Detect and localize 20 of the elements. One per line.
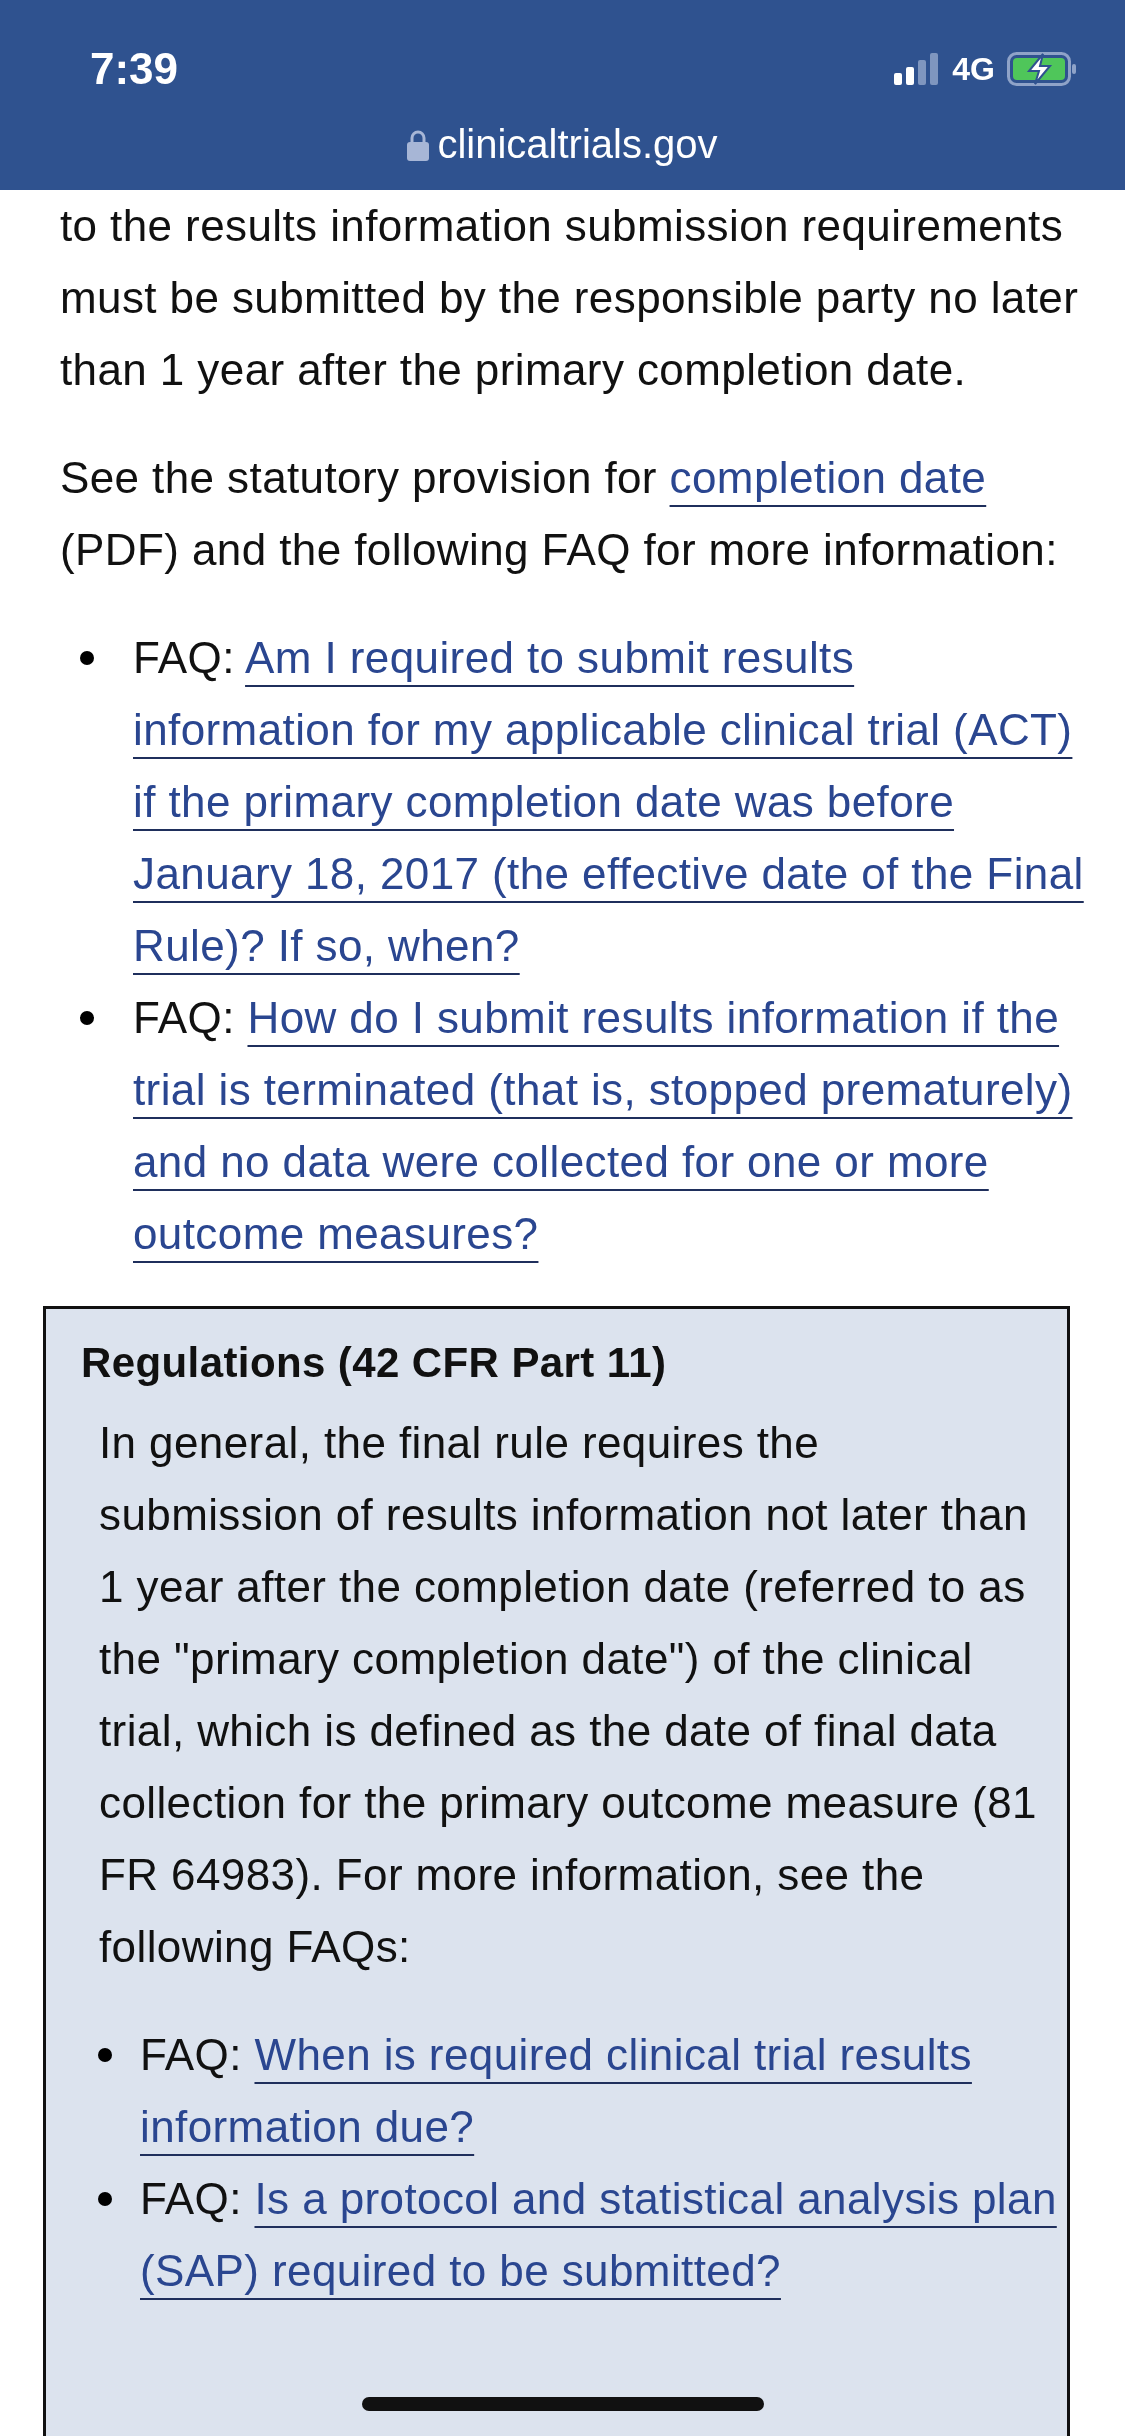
faq-link-item[interactable]: FAQ: Am I required to submit results information for my applicable clinical trial (ACT) if the primary completion date was before January 18, 2017 (the effective date of the Final Rule)? If so, when? — [133, 622, 1085, 982]
signal-icon — [894, 53, 941, 85]
bullet-icon — [80, 651, 94, 665]
clock-time: 7:39 — [90, 44, 179, 94]
regulations-paragraph: In general, the final rule requires the submission of results information not later than 1 year after the completion date (referred to as the "primary completion date") of the clinical trial, which is defined as the date of final data collection for the primary outcome measure (81 FR 64983). For more information, see the following FAQs: — [98, 1417, 1038, 1973]
regulations-title: Regulations (42 CFR Part 11) — [80, 1338, 668, 1388]
network-label: 4G — [952, 50, 995, 88]
completion-date-link[interactable]: completion date — [669, 453, 987, 502]
bullet-icon — [98, 2192, 112, 2206]
faq-link-item[interactable]: FAQ: How do I submit results information if the trial is terminated (that is, stopped prematurely) and no data were collected for one or more outcome measures? — [133, 982, 1085, 1270]
home-indicator[interactable] — [362, 2397, 764, 2411]
faq-link-item[interactable]: FAQ: When is required clinical trial results information due? — [140, 2019, 1067, 2163]
intro-paragraph: to the results information submission requirements must be submitted by the responsible party no later than 1 year after the primary completion date. — [60, 200, 1080, 396]
url-text[interactable]: clinicaltrials.gov — [437, 122, 718, 167]
battery-charging-icon — [1007, 52, 1077, 86]
bullet-icon — [98, 2048, 112, 2062]
bullet-icon — [80, 1011, 94, 1025]
lock-icon — [407, 128, 430, 161]
faq-link-item[interactable]: FAQ: Is a protocol and statistical analysis plan (SAP) required to be submitted? — [140, 2163, 1067, 2307]
provision-paragraph: See the statutory provision for completion date (PDF) and the following FAQ for more information: — [60, 452, 1059, 576]
